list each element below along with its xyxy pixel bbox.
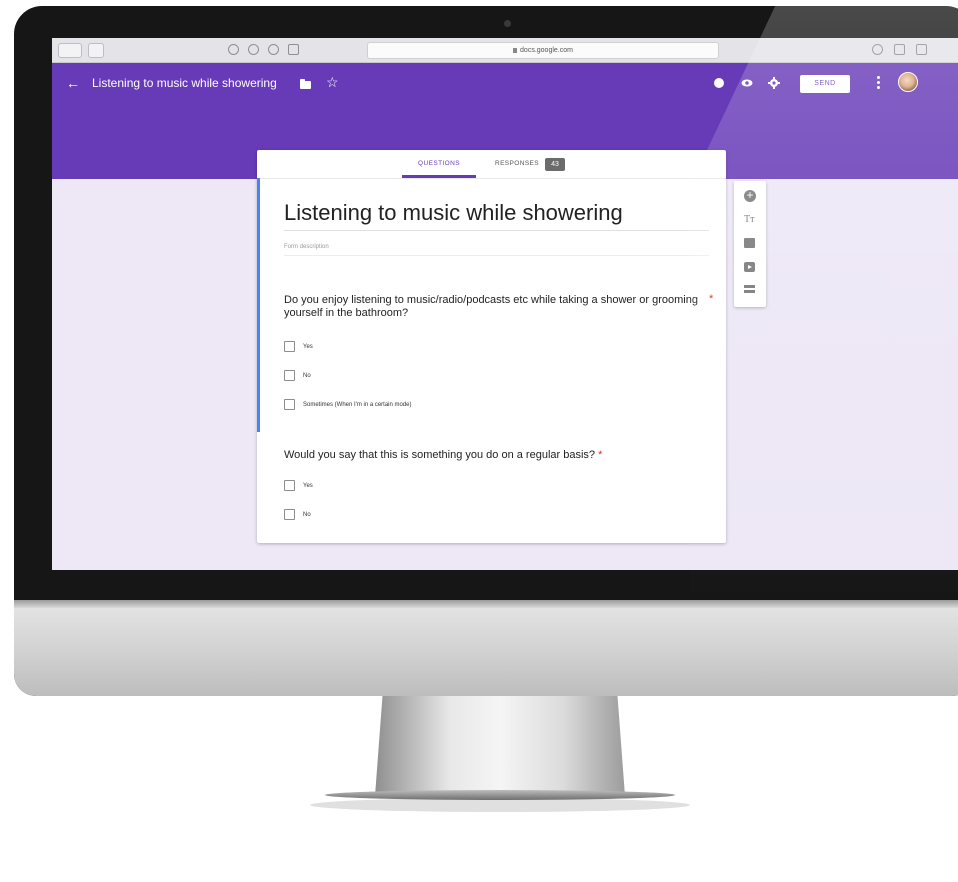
camera — [504, 20, 511, 27]
add-question-icon[interactable] — [744, 188, 756, 202]
form-card: QUESTIONS RESPONSES 43 Listening to musi… — [257, 150, 726, 543]
question-1-text[interactable]: Do you enjoy listening to music/radio/po… — [284, 294, 704, 320]
document-title[interactable]: Listening to music while showering — [92, 75, 277, 91]
star-icon[interactable]: ☆ — [326, 74, 339, 90]
tab-bar: QUESTIONS RESPONSES 43 — [257, 150, 726, 179]
required-asterisk: * — [709, 293, 714, 305]
option-label: No — [303, 512, 311, 518]
stand-shadow — [310, 798, 690, 812]
form-title[interactable]: Listening to music while showering — [284, 200, 623, 226]
checkbox[interactable] — [284, 370, 295, 381]
form-description-field[interactable]: Form description — [284, 244, 329, 250]
browser-toolbar: docs.google.com — [52, 38, 958, 63]
tab-questions[interactable]: QUESTIONS — [402, 150, 476, 178]
side-toolbar: Tт — [734, 181, 766, 307]
divider — [284, 255, 709, 256]
monitor-chin — [14, 600, 958, 696]
share-icon[interactable] — [894, 44, 905, 55]
active-tab-indicator — [402, 175, 476, 178]
active-section-indicator — [257, 178, 260, 432]
checkbox[interactable] — [284, 399, 295, 410]
checkbox[interactable] — [284, 341, 295, 352]
option-label: Yes — [303, 344, 313, 350]
checkbox[interactable] — [284, 509, 295, 520]
section-icon[interactable] — [744, 285, 755, 294]
send-button[interactable]: SEND — [800, 75, 850, 93]
tab-responses[interactable]: RESPONSES — [487, 150, 547, 178]
image-icon[interactable] — [744, 238, 755, 248]
monitor-stand — [375, 696, 625, 796]
address-bar[interactable]: docs.google.com — [367, 42, 719, 59]
divider — [284, 230, 709, 231]
tabs-icon[interactable] — [916, 44, 927, 55]
lock-icon — [513, 47, 518, 53]
gear-icon[interactable] — [768, 76, 780, 89]
responses-count-badge: 43 — [545, 158, 565, 171]
back-arrow-icon[interactable]: ← — [66, 76, 80, 90]
folder-icon[interactable] — [300, 79, 311, 89]
option-label: Yes — [303, 483, 313, 489]
screen: docs.google.com ← Listening to music whi… — [52, 38, 958, 570]
video-icon[interactable] — [744, 262, 755, 272]
avatar[interactable] — [898, 72, 918, 92]
extension-icon[interactable] — [248, 44, 259, 55]
more-vert-icon[interactable] — [876, 75, 880, 91]
question-2-text[interactable]: Would you say that this is something you… — [284, 449, 602, 462]
required-asterisk: * — [598, 449, 603, 461]
option-label: No — [303, 373, 311, 379]
sidebar-button[interactable] — [88, 43, 104, 58]
option-label: Sometimes (When I'm in a certain mode) — [303, 402, 412, 408]
download-icon[interactable] — [872, 44, 883, 55]
extension-icon[interactable] — [288, 44, 299, 55]
home-icon[interactable] — [228, 44, 239, 55]
checkbox[interactable] — [284, 480, 295, 491]
back-forward-buttons[interactable] — [58, 43, 82, 58]
palette-icon[interactable] — [714, 78, 724, 88]
eye-icon[interactable] — [741, 76, 753, 88]
extension-icon[interactable] — [268, 44, 279, 55]
url-text: docs.google.com — [520, 47, 573, 54]
monitor-foot — [325, 790, 675, 800]
question-2-label: Would you say that this is something you… — [284, 449, 596, 461]
monitor-chin-edge — [14, 600, 958, 608]
title-text-icon[interactable]: Tт — [744, 214, 756, 226]
